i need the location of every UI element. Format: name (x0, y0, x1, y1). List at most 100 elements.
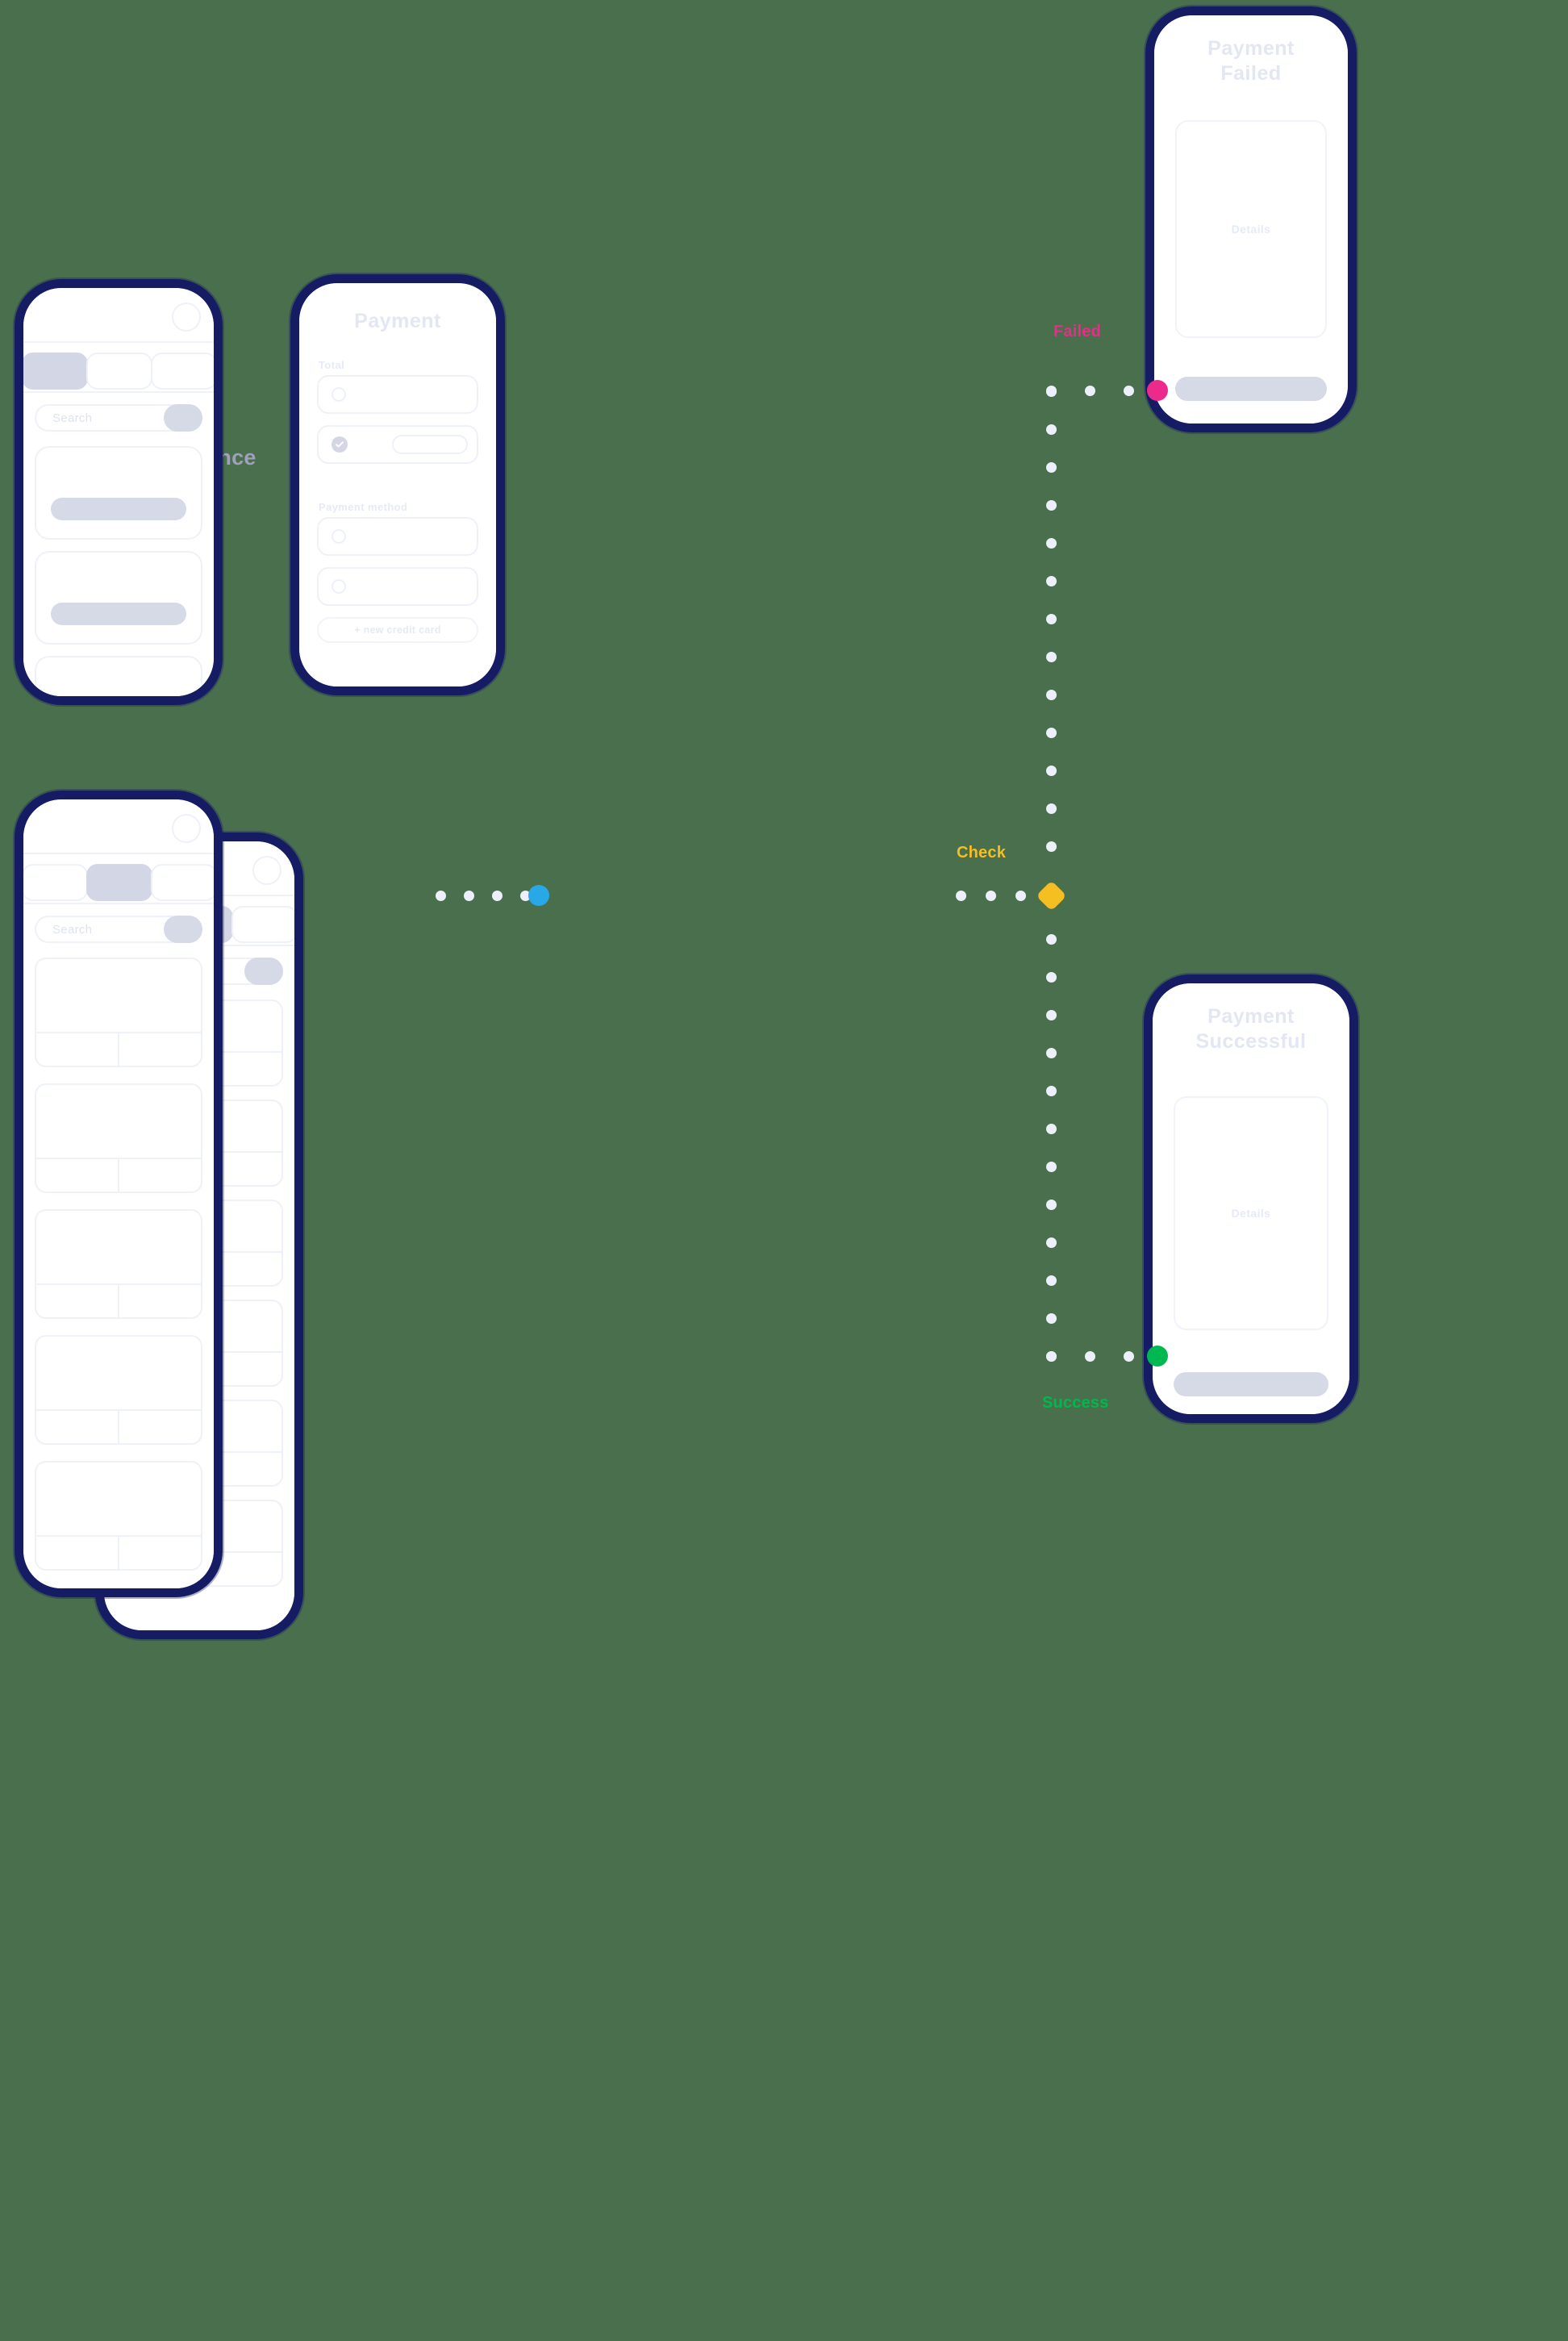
connector-dot (492, 891, 503, 901)
connector-dot (1046, 652, 1057, 662)
tab-front-2[interactable] (86, 864, 152, 901)
connector-dot (1046, 1351, 1057, 1362)
add-new-credit-card-button[interactable]: + new credit card (317, 617, 478, 643)
avatar-circle-icon[interactable] (172, 303, 201, 332)
total-row-amount[interactable] (317, 375, 478, 414)
success-details-panel: Details (1174, 1096, 1328, 1330)
invoice-cell (119, 1537, 201, 1569)
search-icon[interactable] (164, 404, 202, 432)
invoice-row-footer (36, 1032, 201, 1066)
tab-bar (23, 353, 214, 390)
screen-body: Search (23, 288, 214, 696)
invoice-cell (119, 1411, 201, 1443)
screen-outstanding-balance[interactable]: Search (15, 279, 223, 705)
search-icon[interactable] (164, 916, 202, 943)
invoice-row-footer (36, 1409, 201, 1443)
avatar-circle-icon[interactable] (172, 814, 201, 843)
tab-back-3[interactable] (231, 906, 294, 943)
tab-balance-2[interactable] (86, 353, 152, 390)
tab-bar-divider (23, 391, 214, 393)
success-primary-button[interactable] (1174, 1372, 1328, 1396)
invoice-row[interactable] (35, 1209, 202, 1319)
invoice-row[interactable] (35, 1461, 202, 1571)
connector-dot (1046, 934, 1057, 945)
connector-dot (1046, 803, 1057, 814)
invoice-row-footer (36, 1158, 201, 1191)
screen-body: Payment Total Payment method + new credi… (299, 283, 496, 686)
tab-balance-3[interactable] (151, 353, 214, 390)
invoice-cell (119, 1033, 201, 1066)
connector-dot (1046, 614, 1057, 624)
topbar-divider (23, 341, 214, 343)
search-placeholder: Search (52, 411, 93, 425)
tab-balance-1[interactable] (23, 353, 88, 390)
connector-dot (1046, 386, 1057, 396)
balance-card-2[interactable] (35, 551, 202, 645)
balance-card-action-bar[interactable] (51, 498, 186, 520)
connector-dot (436, 891, 446, 901)
balance-card-action-bar[interactable] (51, 603, 186, 625)
invoice-row[interactable] (35, 1335, 202, 1445)
connector-dot (1046, 972, 1057, 983)
connector-dot (1046, 728, 1057, 738)
connector-dot (464, 891, 474, 901)
connector-dot (1046, 841, 1057, 852)
connector-node-success[interactable] (1147, 1346, 1168, 1367)
connector-node-check-diamond[interactable] (1036, 880, 1067, 912)
connector-dot (1046, 1200, 1057, 1210)
screen-body: Payment Successful Details (1153, 983, 1349, 1414)
connector-dot (986, 891, 996, 901)
flow-canvas: Outstanding Balance Search (0, 0, 1568, 2341)
radio-icon[interactable] (332, 529, 346, 544)
connector-dot (1015, 891, 1026, 901)
connector-label-success: Success (1042, 1394, 1109, 1412)
tab-front-1[interactable] (23, 864, 88, 901)
title-line-1: Payment (1207, 1005, 1295, 1028)
connector-dot (1085, 386, 1095, 396)
connector-dot (1124, 1351, 1134, 1362)
balance-card-3[interactable] (35, 656, 202, 696)
total-row-selected[interactable] (317, 425, 478, 464)
title-line-2: Successful (1195, 1029, 1307, 1053)
payment-method-row-2[interactable] (317, 567, 478, 606)
tab-front-3[interactable] (151, 864, 214, 901)
invoice-row[interactable] (35, 958, 202, 1067)
tab-bar-divider (23, 903, 214, 904)
connector-node-blue[interactable] (528, 885, 549, 906)
details-label: Details (1231, 223, 1271, 236)
section-label-payment-method: Payment method (319, 501, 408, 513)
connector-node-failed[interactable] (1147, 380, 1168, 401)
failed-primary-button[interactable] (1175, 377, 1327, 401)
connector-dot (1046, 500, 1057, 511)
connector-dot (1124, 386, 1134, 396)
balance-card-1[interactable] (35, 446, 202, 540)
connector-dot (1046, 766, 1057, 776)
search-icon[interactable] (244, 958, 283, 985)
connector-dot (1046, 690, 1057, 700)
avatar-circle-icon[interactable] (252, 856, 281, 885)
invoice-cell (36, 1537, 119, 1569)
radio-icon[interactable] (332, 387, 346, 402)
invoice-row[interactable] (35, 1083, 202, 1193)
invoice-cell (36, 1159, 119, 1191)
radio-icon[interactable] (332, 579, 346, 594)
title-line-2: Failed (1220, 61, 1282, 85)
connector-dot (956, 891, 966, 901)
screen-payment-successful[interactable]: Payment Successful Details (1144, 974, 1358, 1423)
connector-dot (1046, 1275, 1057, 1286)
payment-method-row-1[interactable] (317, 517, 478, 556)
connector-dot (1046, 424, 1057, 435)
connector-dot (1046, 1162, 1057, 1172)
screen-payment[interactable]: Payment Total Payment method + new credi… (290, 274, 505, 695)
connector-dot (1046, 576, 1057, 586)
search-bar: Search (35, 916, 202, 943)
screen-invoice-list-front[interactable]: Search (15, 791, 223, 1597)
invoice-cell (36, 1411, 119, 1443)
screen-payment-failed[interactable]: Payment Failed Details (1145, 6, 1357, 432)
invoice-cell (36, 1033, 119, 1066)
total-value-pill (392, 435, 468, 454)
section-label-total: Total (319, 359, 345, 371)
invoice-cell (119, 1285, 201, 1317)
check-icon[interactable] (332, 436, 348, 453)
connector-dot (1085, 1351, 1095, 1362)
